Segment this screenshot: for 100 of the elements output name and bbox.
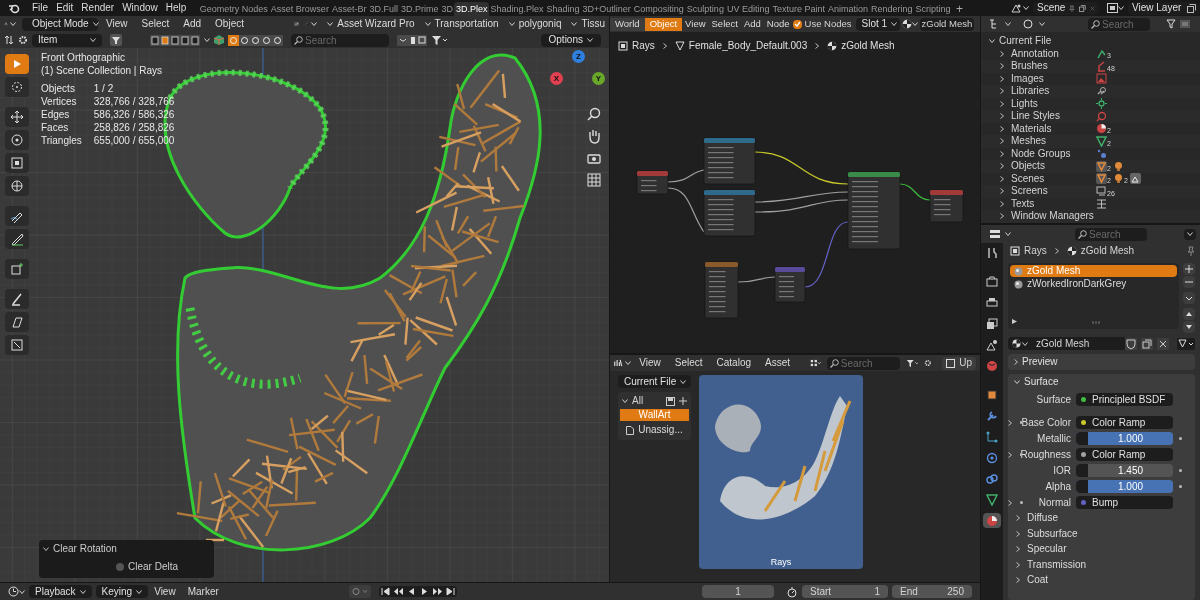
start-frame-field[interactable]: Start 1 — [802, 585, 888, 598]
menu-item[interactable]: File — [28, 3, 53, 13]
workspace-tab[interactable]: Sculpting — [685, 2, 726, 16]
operator-title[interactable]: Clear Rotation — [43, 544, 210, 554]
field-label: Roughness — [1020, 449, 1071, 460]
up-button[interactable]: Up — [942, 356, 976, 370]
menu-item[interactable]: Edit — [52, 3, 78, 13]
search-field[interactable]: Search — [826, 356, 901, 370]
node-link-field[interactable]: Color Ramp — [1076, 448, 1173, 461]
workspace-tab[interactable]: 3D — [439, 2, 455, 16]
library-dropdown[interactable]: Current File — [618, 375, 691, 388]
tree-item[interactable]: All — [622, 396, 644, 406]
menu-item[interactable]: Render — [77, 3, 119, 13]
tree-item[interactable]: Unassig... — [620, 424, 689, 436]
timeline-dropdown[interactable]: Playback — [29, 585, 92, 598]
tree-item[interactable]: Brushes — [1000, 61, 1096, 72]
material-slot[interactable]: zWorkedIronDarkGrey — [1010, 278, 1177, 290]
addon-menu[interactable]: Transportation — [424, 19, 499, 29]
workspace-tab[interactable]: Rendering — [869, 2, 914, 16]
workspace-tab[interactable]: 3D.Prime — [399, 2, 440, 16]
tree-item[interactable]: Scenes — [1000, 173, 1096, 184]
material-name-field[interactable]: zGold Mesh — [1032, 337, 1125, 350]
tree-item[interactable]: Materials — [1000, 123, 1096, 134]
workspace-tab[interactable]: Shading.Plex — [488, 2, 545, 16]
workspace-tab[interactable]: Asset-Br — [330, 2, 368, 16]
subpanel-header[interactable]: Transmission — [1008, 558, 1195, 571]
tree-item[interactable]: Lights — [1000, 98, 1096, 109]
current-frame-field[interactable]: 1 — [702, 585, 774, 598]
tree-item[interactable]: Line Styles — [1000, 111, 1096, 122]
search-field[interactable]: Search — [1075, 227, 1147, 241]
search-field[interactable]: Search — [291, 33, 389, 47]
menu-item[interactable]: View — [148, 586, 182, 597]
tree-item[interactable]: Node Groups — [1000, 148, 1096, 159]
mode-dropdown[interactable]: Object Mode — [22, 17, 98, 31]
timeline-dropdown[interactable]: Keying — [95, 585, 149, 598]
context-tab[interactable]: World — [610, 17, 645, 31]
menu-item[interactable]: Select — [135, 19, 176, 29]
add-workspace-button[interactable]: + — [952, 2, 968, 16]
menu-item[interactable]: Select — [668, 358, 709, 368]
node-link-field[interactable]: Color Ramp — [1076, 416, 1173, 429]
workspace-tab[interactable]: Animation — [826, 2, 870, 16]
slot-dropdown[interactable]: Slot 1 — [855, 17, 900, 31]
menu-item[interactable]: Marker — [181, 586, 225, 597]
node-link-field[interactable]: Principled BSDF — [1076, 393, 1173, 406]
workspace-tab[interactable]: Geometry Nodes — [198, 2, 270, 16]
workspace-tab[interactable]: Asset Browser — [269, 2, 331, 16]
options-dropdown[interactable]: Options — [540, 33, 601, 47]
workspace-tab[interactable]: Scripting — [914, 2, 953, 16]
addon-menu[interactable]: Tissu — [571, 19, 605, 29]
breadcrumb-item: Rays — [1024, 246, 1047, 256]
end-frame-field[interactable]: End 250 — [892, 585, 972, 598]
menu-item[interactable]: Select — [708, 19, 741, 29]
transform-dropdown[interactable]: Item — [32, 33, 102, 47]
tree-item[interactable]: Images — [1000, 73, 1096, 84]
menu-item[interactable]: View — [100, 19, 134, 29]
menu-item[interactable]: Add — [740, 19, 764, 29]
subpanel-header[interactable]: Coat — [1008, 574, 1195, 587]
workspace-tab[interactable]: 3D.Full — [367, 2, 400, 16]
menu-item[interactable]: Node — [763, 19, 793, 29]
collection-text: (1) Scene Collection | Rays — [41, 66, 163, 76]
use-nodes-checkbox[interactable]: Use Nodes — [792, 19, 852, 29]
tree-item[interactable]: Annotation — [1000, 48, 1096, 59]
subpanel-header[interactable]: Subsurface — [1008, 527, 1195, 540]
workspace-tab[interactable]: 3D+Outliner — [581, 2, 633, 16]
panel-header[interactable]: Preview — [1008, 354, 1195, 370]
node-link-field[interactable]: Bump — [1076, 496, 1173, 509]
tree-item[interactable]: Objects — [1000, 161, 1096, 172]
tree-item[interactable]: Texts — [1000, 198, 1096, 209]
tree-item[interactable]: Meshes — [1000, 136, 1096, 147]
menu-item[interactable]: View — [633, 358, 667, 368]
addon-menu[interactable]: polygoniq — [508, 19, 562, 29]
workspace-tab[interactable]: Compositing — [632, 2, 686, 16]
slider-field[interactable]: 1.000 — [1076, 432, 1173, 445]
workspace-tab[interactable]: Shading — [545, 2, 582, 16]
material-name-field[interactable]: zGold Mesh — [919, 17, 975, 31]
menu-item[interactable]: Help — [161, 3, 191, 13]
menu-item[interactable]: Catalog — [710, 358, 758, 368]
menu-item[interactable]: View — [682, 19, 709, 29]
slider-field[interactable]: 1.000 — [1076, 480, 1173, 493]
asset-thumbnail[interactable]: Rays — [699, 375, 863, 569]
tree-item[interactable]: Current File — [981, 35, 1200, 48]
subpanel-header[interactable]: Diffuse — [1008, 512, 1195, 525]
search-field[interactable]: Search — [1088, 17, 1150, 31]
workspace-tab[interactable]: Texture Paint — [770, 2, 827, 16]
menu-item[interactable]: Window — [118, 3, 162, 13]
workspace-tab[interactable]: 3D.Plex — [454, 2, 489, 16]
scene-field[interactable]: Scene — [1033, 1, 1099, 15]
tree-item[interactable]: Screens — [1000, 186, 1096, 197]
panel-header[interactable]: Surface — [1008, 374, 1195, 390]
menu-item[interactable]: Asset — [759, 358, 797, 368]
addon-menu[interactable]: Asset Wizard Pro — [327, 19, 415, 29]
tree-item[interactable]: Window Managers — [1000, 211, 1096, 222]
workspace-tab[interactable]: UV Editing — [725, 2, 771, 16]
slider-field[interactable]: 1.450 — [1076, 464, 1173, 477]
subpanel-header[interactable]: Specular — [1008, 543, 1195, 556]
menu-item[interactable]: Add — [177, 19, 208, 29]
view-layer-field[interactable]: View Layer — [1128, 1, 1200, 15]
clear-delta-checkbox[interactable]: Clear Delta — [116, 562, 210, 572]
menu-item[interactable]: Object — [209, 19, 250, 29]
tree-item[interactable]: Libraries — [1000, 86, 1096, 97]
